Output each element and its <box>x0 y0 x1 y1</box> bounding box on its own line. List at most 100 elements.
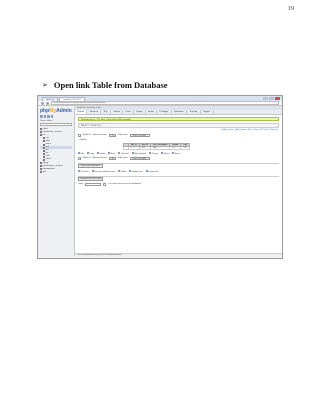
action-label: Delete <box>163 152 170 155</box>
action-link[interactable]: With selected: <box>131 151 147 155</box>
rows-select[interactable]: 25 <box>109 133 117 137</box>
table-icon <box>43 155 45 158</box>
rows-label: Number of rows: <box>92 134 108 136</box>
pma-sidebar: phpMyAdmin Recent tables cdcol informatio… <box>38 106 75 256</box>
tab-structure[interactable]: Structure <box>87 109 102 114</box>
url-field[interactable]: localhost/phpmyadmin/sql.php?db=inventor… <box>51 101 279 105</box>
paging-controls-bottom: Show all Number of rows: 25 Filter rows:… <box>75 156 282 160</box>
table-row: 1 101 Item V1 120 <box>123 145 191 150</box>
success-message: Showing rows 0 - 0 (1 total, Query took … <box>78 116 279 121</box>
table-cell: Item <box>149 145 171 150</box>
table-icon <box>43 146 45 149</box>
action-link[interactable]: Export <box>118 169 127 173</box>
heading-text: Open link Table from Database <box>53 80 168 90</box>
table-cell: V1 <box>169 145 182 150</box>
bookmark-label: Bookmark this SQL query <box>78 176 104 181</box>
pma-main: localhost » inventory » link Browse Struc… <box>75 106 282 256</box>
show-all-label-bottom: Show all <box>83 157 91 159</box>
forward-icon[interactable] <box>46 101 49 105</box>
rows-select-bottom[interactable]: 25 <box>109 156 117 160</box>
action-link[interactable]: Display chart <box>129 169 143 173</box>
pma-logo: phpMyAdmin <box>40 108 72 114</box>
docs-icon[interactable] <box>47 115 50 118</box>
bookmark-section: Bookmark this SQL query <box>78 175 279 181</box>
table-cell: 120 <box>180 145 191 150</box>
bookmark-input[interactable] <box>85 182 102 186</box>
action-link[interactable]: Delete <box>161 151 170 155</box>
query-ops-label: Query results operations <box>78 163 103 168</box>
tab-tracking[interactable]: Tracking <box>187 109 201 114</box>
action-link[interactable]: Print view (with full texts) <box>91 169 115 173</box>
back-icon[interactable] <box>41 101 44 105</box>
action-label: Export <box>120 170 127 173</box>
window-controls <box>263 96 282 101</box>
database-icon <box>40 165 42 168</box>
action-label: Copy <box>89 152 94 155</box>
recent-tables-select[interactable] <box>40 122 72 126</box>
query-ops-links: Print view Print view (with full texts) Ex… <box>75 169 282 173</box>
action-link[interactable]: Delete <box>96 151 105 155</box>
home-icon[interactable] <box>40 115 43 118</box>
action-link[interactable]: Change <box>149 151 158 155</box>
phpmyadmin-screenshot: local / Inv localhost / 127.0.0.1 localh… <box>37 95 283 259</box>
database-icon <box>40 128 42 131</box>
tab-browse[interactable]: Browse <box>75 109 88 114</box>
options-toggle[interactable]: + Options <box>75 139 282 141</box>
settings-icon[interactable] <box>50 115 53 118</box>
action-label: Edit <box>80 152 84 155</box>
action-link[interactable]: Print view <box>78 169 89 173</box>
action-link[interactable]: Create view <box>145 169 159 173</box>
action-label: With selected: <box>134 152 147 155</box>
tab-privileges[interactable]: Privileges <box>157 109 172 114</box>
filter-input-bottom[interactable]: Search this table <box>130 156 151 160</box>
bullet-arrow-icon: ➢ <box>42 82 48 89</box>
action-link[interactable]: Check all <box>118 151 129 155</box>
sidebar-item-test[interactable]: test <box>40 171 72 174</box>
tab-export[interactable]: Export <box>134 109 146 114</box>
tab-sql[interactable]: SQL <box>101 109 112 114</box>
show-all-label: Show all <box>83 134 91 136</box>
tab-operations[interactable]: Operations <box>172 109 188 114</box>
tab-triggers[interactable]: Triggers <box>201 109 214 114</box>
show-all-checkbox[interactable] <box>78 133 81 137</box>
database-icon <box>40 131 42 134</box>
action-link[interactable]: Copy <box>86 151 94 155</box>
sidebar-item-label: test <box>42 170 47 173</box>
database-tree: cdcol information_schema inv cat dept items li… <box>40 128 72 174</box>
bookmark-checkbox[interactable] <box>103 182 107 186</box>
action-label: Export <box>174 152 181 155</box>
filter-label: Filter rows: <box>118 134 129 136</box>
action-link[interactable]: Edit <box>78 151 84 155</box>
close-icon[interactable] <box>275 97 280 100</box>
database-icon <box>40 162 42 165</box>
sidebar-icons <box>40 115 72 118</box>
profiling-links[interactable]: Profiling [ Inline ] [ Edit ] [ Explain … <box>75 129 282 132</box>
paging-controls: Show all Number of rows: 25 Filter rows:… <box>75 133 282 137</box>
result-table: link_id item_id item_description vendor cost… <box>123 142 191 150</box>
table-icon <box>43 152 45 155</box>
database-icon <box>40 134 42 137</box>
tab-search[interactable]: Search <box>111 109 124 114</box>
action-label: Delete <box>99 152 105 155</box>
exit-icon[interactable] <box>43 115 46 118</box>
filter-input[interactable]: Search this table <box>130 133 151 137</box>
database-icon <box>40 168 42 171</box>
action-label: Check all <box>120 152 129 155</box>
tab-insert[interactable]: Insert <box>123 109 135 114</box>
action-link[interactable]: Export <box>172 151 181 155</box>
sidebar-item-label: information_schema <box>42 130 62 133</box>
maximize-icon[interactable] <box>269 97 274 100</box>
action-label: Show <box>110 152 116 155</box>
action-label: Print view <box>80 170 89 173</box>
action-label: Create view <box>148 170 159 173</box>
minimize-icon[interactable] <box>263 97 268 100</box>
pma-top-nav: Browse Structure SQL Search Insert Export Impo… <box>75 109 282 115</box>
table-cell: 101 <box>138 145 152 150</box>
tab-import[interactable]: Import <box>146 109 158 114</box>
show-all-checkbox-bottom[interactable] <box>78 156 81 160</box>
rows-label-bottom: Number of rows: <box>92 157 108 159</box>
action-link[interactable]: Show <box>107 151 116 155</box>
section-heading: ➢ Open link Table from Database <box>42 80 168 90</box>
bookmark-check-label: Let every user access this bookmark <box>108 183 141 185</box>
page-number: 19 <box>288 6 294 12</box>
